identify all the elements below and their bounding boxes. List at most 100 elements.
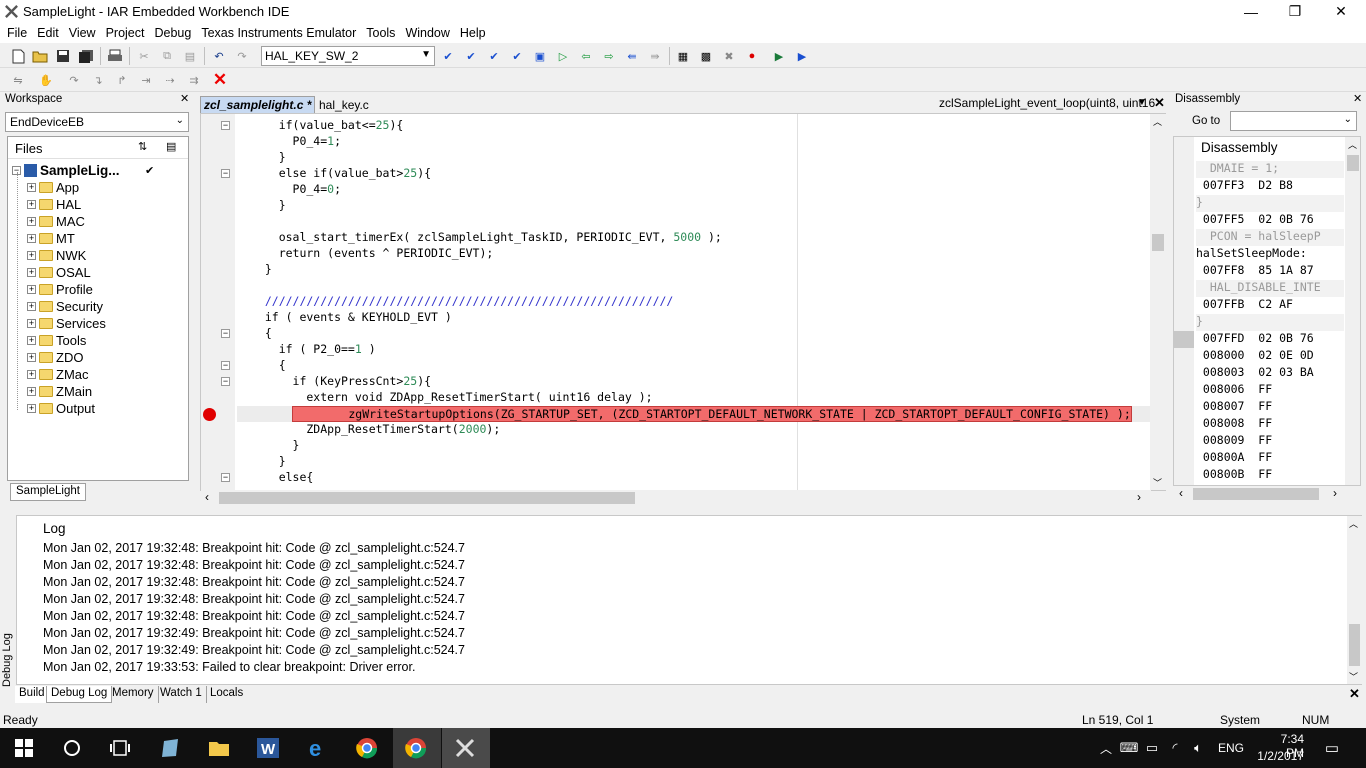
code-line[interactable]: extern void ZDApp_ResetTimerStart( uint1… xyxy=(251,390,652,406)
menu-file[interactable]: File xyxy=(2,26,32,40)
close-button[interactable]: ✕ xyxy=(1318,0,1364,23)
expand-icon[interactable]: + xyxy=(27,404,36,413)
fold-collapse-icon[interactable]: − xyxy=(221,361,230,370)
scroll-left-icon[interactable]: ‹ xyxy=(1179,486,1183,500)
navigate-back-icon[interactable]: ⇚ xyxy=(624,48,640,64)
log-entry[interactable]: Mon Jan 02, 2017 19:32:49: Breakpoint hi… xyxy=(43,626,465,643)
go-icon[interactable]: ⇉ xyxy=(186,72,202,88)
tree-folder-osal[interactable]: + OSAL xyxy=(27,264,91,281)
expand-icon[interactable]: + xyxy=(27,387,36,396)
battery-icon[interactable]: ▭ xyxy=(1140,736,1164,760)
breakpoint-code-line[interactable]: zgWriteStartupOptions(ZG_STARTUP_SET, (Z… xyxy=(292,406,1132,422)
language-indicator[interactable]: ENG xyxy=(1218,741,1244,755)
keyboard-icon[interactable]: ⌨ xyxy=(1117,736,1141,760)
editor-horizontal-scrollbar[interactable]: ‹ › xyxy=(201,490,1151,506)
word-icon[interactable]: W xyxy=(256,736,280,760)
notepad-icon[interactable] xyxy=(158,736,182,760)
copy-icon[interactable]: ⧉ xyxy=(159,48,175,64)
disassembly-line[interactable]: halSetSleepMode: xyxy=(1196,246,1344,263)
disassembly-view[interactable]: Disassembly DMAIE = 1; 007FF3 D2 B8} 007… xyxy=(1173,136,1361,486)
tab-samplelight[interactable]: SampleLight xyxy=(10,483,86,501)
menu-debug[interactable]: Debug xyxy=(149,26,196,40)
wifi-icon[interactable]: ◜ xyxy=(1163,736,1187,760)
code-line[interactable]: if ( P2_0==1 ) xyxy=(251,342,376,358)
code-line[interactable]: } xyxy=(251,198,286,214)
scrollbar-thumb[interactable] xyxy=(1347,155,1359,171)
disassembly-line[interactable]: 008000 02 0E 0D xyxy=(1196,348,1344,365)
scroll-up-icon[interactable]: ︿ xyxy=(1153,115,1162,128)
code-line[interactable]: { xyxy=(251,358,286,374)
code-line[interactable]: P0_4=0; xyxy=(251,182,342,198)
step-over-icon[interactable]: ↷ xyxy=(66,72,82,88)
chevron-up-icon[interactable]: ︿ xyxy=(1094,736,1118,760)
paste-icon[interactable]: ▤ xyxy=(182,48,198,64)
log-entry[interactable]: Mon Jan 02, 2017 19:33:53: Failed to cle… xyxy=(43,660,415,677)
fold-collapse-icon[interactable]: − xyxy=(221,329,230,338)
scroll-right-icon[interactable]: › xyxy=(1333,486,1337,500)
tree-folder-services[interactable]: + Services xyxy=(27,315,106,332)
prev-bookmark-icon[interactable]: ⇦ xyxy=(578,48,594,64)
find-combo[interactable]: HAL_KEY_SW_2 ▼ xyxy=(261,46,435,66)
next-bookmark-icon[interactable]: ⇨ xyxy=(601,48,617,64)
code-line[interactable]: } xyxy=(251,454,286,470)
tree-folder-zdo[interactable]: + ZDO xyxy=(27,349,83,366)
stop-debugging-icon[interactable]: ✕ xyxy=(212,70,228,89)
find-next-icon[interactable]: ✔ xyxy=(440,48,456,64)
menu-view[interactable]: View xyxy=(64,26,101,40)
scrollbar-thumb[interactable] xyxy=(1193,488,1319,500)
tab-locals[interactable]: Locals xyxy=(206,686,247,703)
replace-icon[interactable]: ✔ xyxy=(509,48,525,64)
code-line[interactable]: if (KeyPressCnt>25){ xyxy=(251,374,432,390)
navigate-forward-icon[interactable]: ⇛ xyxy=(647,48,663,64)
code-line[interactable]: if(value_bat<=25){ xyxy=(251,118,404,134)
log-entry[interactable]: Mon Jan 02, 2017 19:32:48: Breakpoint hi… xyxy=(43,575,465,592)
disassembly-line[interactable]: 008003 02 03 BA xyxy=(1196,365,1344,382)
tab-hal-key[interactable]: hal_key.c xyxy=(317,97,371,113)
tree-folder-nwk[interactable]: + NWK xyxy=(27,247,86,264)
goto-icon[interactable]: ▣ xyxy=(532,48,548,64)
code-editor[interactable]: if(value_bat<=25){− P0_4=1; } else if(va… xyxy=(200,113,1166,506)
log-vertical-scrollbar[interactable]: ︿ ﹀ xyxy=(1347,516,1362,684)
redo-icon[interactable]: ↷ xyxy=(234,48,250,64)
restore-button[interactable]: ❐ xyxy=(1272,0,1318,23)
tree-folder-output[interactable]: + Output xyxy=(27,400,95,417)
scroll-down-icon[interactable]: ﹀ xyxy=(1153,476,1162,489)
disassembly-line[interactable]: 008009 FF xyxy=(1196,433,1344,450)
fold-collapse-icon[interactable]: − xyxy=(221,169,230,178)
windows-start-icon[interactable] xyxy=(12,736,36,760)
chevron-down-icon[interactable]: ▼ xyxy=(1137,97,1147,108)
scroll-right-icon[interactable]: › xyxy=(1137,490,1141,504)
disassembly-line[interactable]: 008007 FF xyxy=(1196,399,1344,416)
expand-icon[interactable]: + xyxy=(27,183,36,192)
next-statement-icon[interactable]: ⇥ xyxy=(138,72,154,88)
code-line[interactable]: ZDApp_ResetTimerStart(2000); xyxy=(251,422,500,438)
close-icon[interactable]: ✕ xyxy=(1349,686,1360,702)
code-line[interactable]: osal_start_timerEx( zclSampleLight_TaskI… xyxy=(251,230,722,246)
tree-folder-profile[interactable]: + Profile xyxy=(27,281,93,298)
expand-icon[interactable]: + xyxy=(27,353,36,362)
tree-folder-zmain[interactable]: + ZMain xyxy=(27,383,92,400)
disassembly-line[interactable]: 008006 FF xyxy=(1196,382,1344,399)
scrollbar-thumb[interactable] xyxy=(1152,234,1164,251)
code-line[interactable]: } xyxy=(251,438,300,454)
debug-without-download-icon[interactable]: ▶ xyxy=(794,48,810,64)
disassembly-line[interactable]: PCON = halSleepP xyxy=(1196,229,1344,246)
scroll-left-icon[interactable]: ‹ xyxy=(205,490,209,504)
menu-tools[interactable]: Tools xyxy=(361,26,400,40)
open-folder-icon[interactable] xyxy=(32,48,48,64)
disassembly-horizontal-scrollbar[interactable]: ‹ › xyxy=(1173,486,1361,502)
new-file-icon[interactable] xyxy=(10,48,26,64)
save-icon[interactable] xyxy=(55,48,71,64)
tab-watch-1[interactable]: Watch 1 xyxy=(156,686,207,703)
scrollbar-thumb[interactable] xyxy=(1349,624,1360,666)
chevron-down-icon[interactable]: ⌄ xyxy=(1344,114,1352,125)
make-icon[interactable]: ▩ xyxy=(698,48,714,64)
find-previous-icon[interactable]: ✔ xyxy=(463,48,479,64)
undo-icon[interactable]: ↶ xyxy=(211,48,227,64)
expand-icon[interactable]: + xyxy=(27,302,36,311)
fold-collapse-icon[interactable]: − xyxy=(221,121,230,130)
expand-icon[interactable]: + xyxy=(27,285,36,294)
log-entry[interactable]: Mon Jan 02, 2017 19:32:48: Breakpoint hi… xyxy=(43,558,465,575)
project-root[interactable]: − SampleLig... ✔ xyxy=(12,162,154,179)
disassembly-vertical-scrollbar[interactable]: ︿ xyxy=(1345,137,1360,485)
